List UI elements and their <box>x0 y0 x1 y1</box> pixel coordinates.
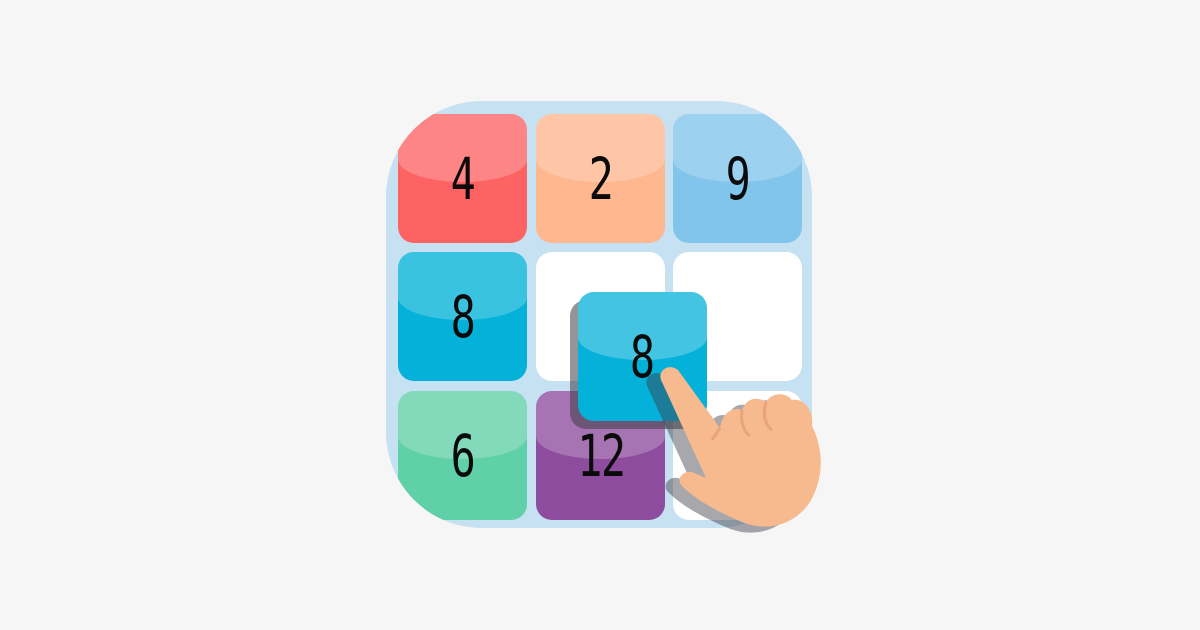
app-icon-stage: 4 2 9 8 6 12 8 <box>0 0 1200 630</box>
tile-8[interactable]: 8 <box>398 252 527 381</box>
tile-value: 4 <box>450 144 476 213</box>
tile-value: 12 <box>576 421 626 490</box>
tile-value: 2 <box>588 144 614 213</box>
pointing-hand-icon <box>646 367 821 533</box>
tile-9[interactable]: 9 <box>673 114 802 243</box>
tile-2[interactable]: 2 <box>536 114 665 243</box>
tile-value: 6 <box>450 421 476 490</box>
tile-value: 9 <box>725 144 751 213</box>
tile-value: 8 <box>450 282 476 351</box>
tile-6[interactable]: 6 <box>398 391 527 520</box>
tile-4[interactable]: 4 <box>398 114 527 243</box>
